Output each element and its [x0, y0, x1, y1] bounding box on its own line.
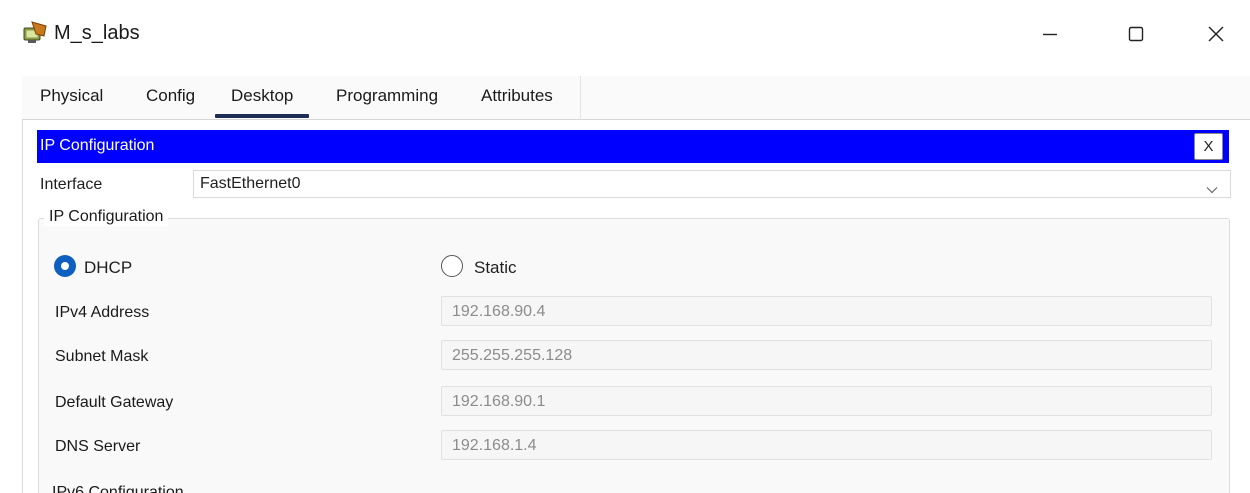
tab-desktop[interactable]: Desktop	[214, 86, 310, 118]
default-gateway-value: 192.168.90.1	[452, 393, 546, 410]
close-icon	[1207, 25, 1225, 43]
tab-config[interactable]: Config	[146, 86, 195, 106]
dns-server-field[interactable]: 192.168.1.4	[441, 430, 1212, 460]
maximize-button[interactable]	[1108, 12, 1164, 56]
dhcp-radio[interactable]	[54, 255, 76, 277]
minimize-icon	[1041, 25, 1059, 43]
interface-select[interactable]: FastEthernet0	[193, 170, 1231, 198]
static-label[interactable]: Static	[474, 258, 517, 278]
close-app-button[interactable]: X	[1194, 133, 1223, 160]
ipv6-configuration-group-legend: IPv6 Configuration	[52, 484, 184, 493]
tab-physical[interactable]: Physical	[40, 86, 103, 106]
packet-tracer-pc-icon	[22, 20, 48, 46]
default-gateway-label: Default Gateway	[55, 394, 174, 411]
tab-programming[interactable]: Programming	[336, 86, 438, 106]
close-window-button[interactable]	[1188, 12, 1244, 56]
window-title: M_s_labs	[54, 22, 140, 44]
default-gateway-field[interactable]: 192.168.90.1	[441, 386, 1212, 416]
static-radio[interactable]	[441, 255, 463, 277]
ipv4-address-field[interactable]: 192.168.90.4	[441, 296, 1212, 326]
dns-server-value: 192.168.1.4	[452, 437, 537, 454]
tab-bar: Physical Config Desktop Programming Attr…	[22, 76, 1250, 120]
tab-bar-divider	[580, 76, 581, 120]
ipv4-address-label: IPv4 Address	[55, 304, 150, 321]
ipv4-address-value: 192.168.90.4	[452, 303, 546, 320]
ip-configuration-header: IP Configuration X	[37, 130, 1229, 163]
title-bar: M_s_labs	[0, 0, 1250, 72]
subnet-mask-label: Subnet Mask	[55, 348, 149, 365]
chevron-down-icon	[1206, 181, 1218, 199]
maximize-icon	[1127, 25, 1145, 43]
minimize-button[interactable]	[1022, 12, 1078, 56]
ip-configuration-group-legend: IP Configuration	[44, 208, 169, 226]
dhcp-label[interactable]: DHCP	[84, 258, 132, 278]
tab-attributes[interactable]: Attributes	[481, 86, 553, 106]
subnet-mask-field[interactable]: 255.255.255.128	[441, 340, 1212, 370]
interface-value: FastEthernet0	[200, 175, 301, 192]
subnet-mask-value: 255.255.255.128	[452, 347, 573, 364]
interface-label: Interface	[40, 176, 103, 193]
ip-configuration-title: IP Configuration	[40, 137, 155, 154]
dns-server-label: DNS Server	[55, 438, 141, 455]
